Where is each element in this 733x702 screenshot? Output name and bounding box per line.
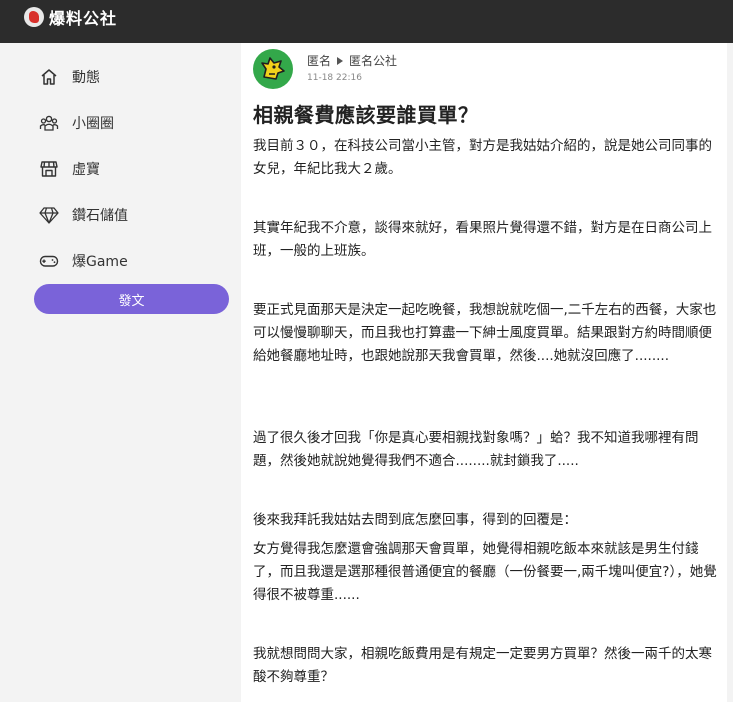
- post-paragraph: 要正式見面那天是決定一起吃晚餐，我想說就吃個一,二千左右的西餐，大家也可以慢慢聊…: [253, 302, 717, 364]
- gamepad-icon: [38, 250, 60, 272]
- sidebar-item-game[interactable]: 爆Game: [38, 248, 128, 274]
- group-name[interactable]: 匿名公社: [349, 52, 397, 69]
- new-post-button[interactable]: 發文: [34, 284, 229, 314]
- sidebar-item-groups[interactable]: 小圈圈: [38, 110, 114, 136]
- post-content: 匿名 匿名公社 11-18 22:16 相親餐費應該要誰買單？ 我目前３０，在科…: [241, 43, 727, 702]
- group-icon: [38, 112, 60, 134]
- sidebar-item-label: 小圈圈: [72, 116, 114, 132]
- sidebar-item-label: 動態: [72, 70, 100, 86]
- post-paragraph: 我就想問問大家，相親吃飯費用是有規定一定要男方買單？然後一兩千的太寒酸不夠尊重？: [253, 646, 712, 685]
- scrollbar-track[interactable]: [727, 43, 733, 702]
- author-name[interactable]: 匿名: [307, 52, 331, 69]
- post-paragraph: 其實年紀我不介意，談得來就好，看果照片覺得還不錯，對方是在日商公司上班，一般的上…: [253, 220, 712, 259]
- sidebar-item-label: 虛寶: [72, 162, 100, 178]
- home-icon: [38, 66, 60, 88]
- site-logo[interactable]: 爆料公社: [24, 6, 117, 28]
- sidebar: 動態 小圈圈 虛寶 鑽石儲值 爆Game 發文: [0, 43, 241, 702]
- post-paragraph: 後來我拜託我姑姑去問到底怎麼回事，得到的回覆是：: [253, 512, 577, 528]
- site-name: 爆料公社: [49, 9, 118, 28]
- post-paragraph: 女方覺得我怎麼還會強調那天會買單，她覺得相親吃飯本來就該是男生付錢了，而且我還是…: [253, 541, 717, 603]
- diamond-icon: [38, 204, 60, 226]
- logo-icon: [24, 7, 44, 27]
- top-bar: 爆料公社: [0, 0, 733, 43]
- author-avatar[interactable]: [253, 49, 293, 89]
- sidebar-item-feed[interactable]: 動態: [38, 64, 100, 90]
- post-title: 相親餐費應該要誰買單？: [253, 103, 479, 127]
- post-timestamp: 11-18 22:16: [307, 73, 362, 83]
- caret-right-icon: [337, 56, 344, 65]
- dragon-mascot-icon: [261, 57, 285, 80]
- sidebar-item-shop[interactable]: 虛寶: [38, 156, 100, 182]
- sidebar-item-label: 鑽石儲值: [72, 208, 128, 224]
- post-paragraph: 我目前３０，在科技公司當小主管，對方是我姑姑介紹的，說是她公司同事的女兒，年紀比…: [253, 138, 712, 177]
- sidebar-item-diamond-topup[interactable]: 鑽石儲值: [38, 202, 128, 228]
- post-paragraph: 過了很久後才回我「你是真心要相親找對象嗎？」蛤？我不知道我哪裡有問題，然後她就說…: [253, 430, 699, 469]
- post-meta: 匿名 匿名公社: [307, 52, 397, 69]
- sidebar-item-label: 爆Game: [72, 254, 128, 270]
- shop-icon: [38, 158, 60, 180]
